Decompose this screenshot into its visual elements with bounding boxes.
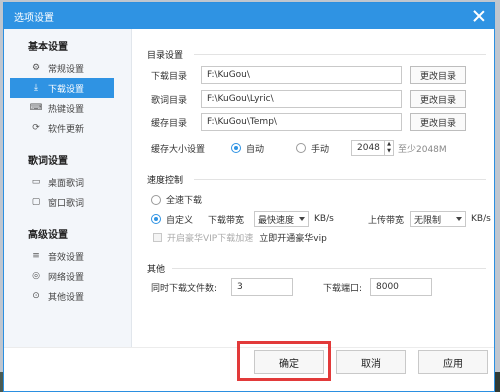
section-speed-title: 速度控制 — [147, 176, 184, 186]
options-dialog: 选项设置 基本设置 ⚙ 常规设置 ⤓ 下载设置 ⌨ 热键设置 ⟳ 软件更新 歌词… — [3, 2, 495, 392]
cache-size-field[interactable]: 2048 — [351, 140, 385, 156]
sidebar-item-label: 热键设置 — [48, 104, 85, 115]
cache-auto-label: 自动 — [246, 144, 265, 155]
sidebar-item-label: 下载设置 — [48, 84, 85, 95]
divider — [194, 54, 486, 55]
sidebar-item-sound[interactable]: ≡ 音效设置 — [4, 246, 131, 266]
network-icon: ◎ — [32, 271, 40, 281]
cache-dir-field[interactable]: F:\KuGou\Temp\ — [201, 113, 402, 131]
download-icon: ⤓ — [34, 83, 38, 93]
download-bandwidth-select[interactable]: 最快速度 — [254, 211, 309, 227]
sidebar-item-hotkey[interactable]: ⌨ 热键设置 — [4, 98, 131, 118]
apply-button[interactable]: 应用 — [418, 350, 488, 374]
download-bandwidth-unit: KB/s — [314, 214, 334, 224]
full-speed-radio[interactable] — [151, 194, 161, 205]
more-icon: ⊙ — [32, 291, 40, 301]
cache-dir-row: 缓存目录 F:\KuGou\Temp\ 更改目录 — [151, 113, 466, 131]
sidebar: 基本设置 ⚙ 常规设置 ⤓ 下载设置 ⌨ 热键设置 ⟳ 软件更新 歌词设置 ▭ … — [4, 29, 132, 347]
change-lyric-dir-button[interactable]: 更改目录 — [410, 90, 466, 108]
sidebar-item-download[interactable]: ⤓ 下载设置 — [10, 78, 114, 98]
sidebar-group-advanced: 高级设置 — [28, 230, 68, 241]
custom-speed-row: 自定义 下载带宽 最快速度 KB/s 上传带宽 无限制 KB/s — [151, 211, 491, 227]
sidebar-item-label: 桌面歌词 — [48, 178, 85, 189]
lyric-dir-label: 歌词目录 — [151, 95, 188, 106]
sidebar-group-lyrics: 歌词设置 — [28, 156, 68, 167]
equalizer-icon: ≡ — [32, 251, 40, 261]
other-row: 同时下载文件数: 3 下载端口: 8000 — [151, 278, 432, 296]
update-icon: ⟳ — [32, 123, 40, 133]
upload-bandwidth-unit: KB/s — [471, 214, 491, 224]
download-dir-row: 下载目录 F:\KuGou\ 更改目录 — [151, 66, 466, 84]
cache-size-hint: 至少2048M — [398, 144, 447, 155]
desktop-lyric-icon: ▭ — [31, 177, 41, 187]
sidebar-item-network[interactable]: ◎ 网络设置 — [4, 266, 131, 286]
upload-bandwidth-value: 无限制 — [414, 215, 442, 226]
divider — [194, 179, 486, 180]
sidebar-item-label: 软件更新 — [48, 124, 85, 135]
keyboard-icon: ⌨ — [29, 103, 43, 113]
window-lyric-icon: ▢ — [31, 197, 41, 207]
sidebar-item-label: 音效设置 — [48, 252, 85, 263]
custom-speed-radio[interactable] — [151, 214, 161, 224]
window-title: 选项设置 — [14, 12, 54, 24]
divider — [172, 268, 486, 269]
vip-row: 开启豪华VIP下载加速 立即开通豪华vip — [153, 231, 327, 244]
sidebar-item-label: 窗口歌词 — [48, 198, 85, 209]
download-port-field[interactable]: 8000 — [370, 278, 432, 296]
sidebar-item-general[interactable]: ⚙ 常规设置 — [4, 58, 131, 78]
chevron-down-icon — [456, 217, 462, 221]
section-other-title: 其他 — [147, 265, 166, 275]
sidebar-item-label: 其他设置 — [48, 292, 85, 303]
cache-size-row: 缓存大小设置 自动 手动 2048 ▲ ▼ 至少2048M — [151, 140, 447, 156]
download-bandwidth-value: 最快速度 — [258, 215, 295, 226]
full-speed-row: 全速下载 — [151, 193, 202, 206]
change-cache-dir-button[interactable]: 更改目录 — [410, 113, 466, 131]
cache-size-label: 缓存大小设置 — [151, 144, 206, 155]
upload-bandwidth-select[interactable]: 无限制 — [410, 211, 466, 227]
sidebar-item-update[interactable]: ⟳ 软件更新 — [4, 118, 131, 138]
cache-size-stepper[interactable]: ▲ ▼ — [385, 140, 394, 156]
cancel-button[interactable]: 取消 — [336, 350, 406, 374]
chevron-down-icon — [299, 217, 305, 221]
sidebar-group-basic: 基本设置 — [28, 42, 68, 53]
lyric-dir-field[interactable]: F:\KuGou\Lyric\ — [201, 90, 402, 108]
download-dir-field[interactable]: F:\KuGou\ — [201, 66, 402, 84]
close-icon[interactable] — [472, 9, 486, 23]
concurrent-downloads-field[interactable]: 3 — [231, 278, 293, 296]
cache-manual-radio[interactable] — [296, 143, 306, 153]
change-download-dir-button[interactable]: 更改目录 — [410, 66, 466, 84]
upload-bandwidth-label: 上传带宽 — [368, 215, 405, 226]
title-bar: 选项设置 — [4, 3, 494, 29]
custom-speed-label: 自定义 — [166, 215, 194, 226]
cache-auto-radio[interactable] — [231, 143, 241, 153]
sidebar-item-label: 网络设置 — [48, 272, 85, 283]
vip-accel-label: 开启豪华VIP下载加速 — [167, 234, 254, 244]
lyric-dir-row: 歌词目录 F:\KuGou\Lyric\ 更改目录 — [151, 90, 466, 108]
full-speed-label: 全速下载 — [166, 196, 203, 206]
section-dirs-title: 目录设置 — [147, 51, 184, 61]
highlight-box — [237, 341, 331, 381]
cache-manual-label: 手动 — [311, 144, 330, 155]
cache-dir-label: 缓存目录 — [151, 118, 188, 129]
download-dir-label: 下载目录 — [151, 71, 188, 82]
sidebar-item-other[interactable]: ⊙ 其他设置 — [4, 286, 131, 306]
concurrent-downloads-label: 同时下载文件数: — [151, 283, 218, 294]
sidebar-item-window-lyric[interactable]: ▢ 窗口歌词 — [4, 192, 131, 212]
download-bandwidth-label: 下载带宽 — [208, 215, 245, 226]
vip-open-link[interactable]: 立即开通豪华vip — [259, 231, 327, 244]
sidebar-item-desktop-lyric[interactable]: ▭ 桌面歌词 — [4, 172, 131, 192]
vip-accel-checkbox[interactable] — [153, 233, 162, 242]
sidebar-item-label: 常规设置 — [48, 64, 85, 75]
download-port-label: 下载端口: — [323, 283, 363, 294]
gear-icon: ⚙ — [31, 63, 41, 73]
